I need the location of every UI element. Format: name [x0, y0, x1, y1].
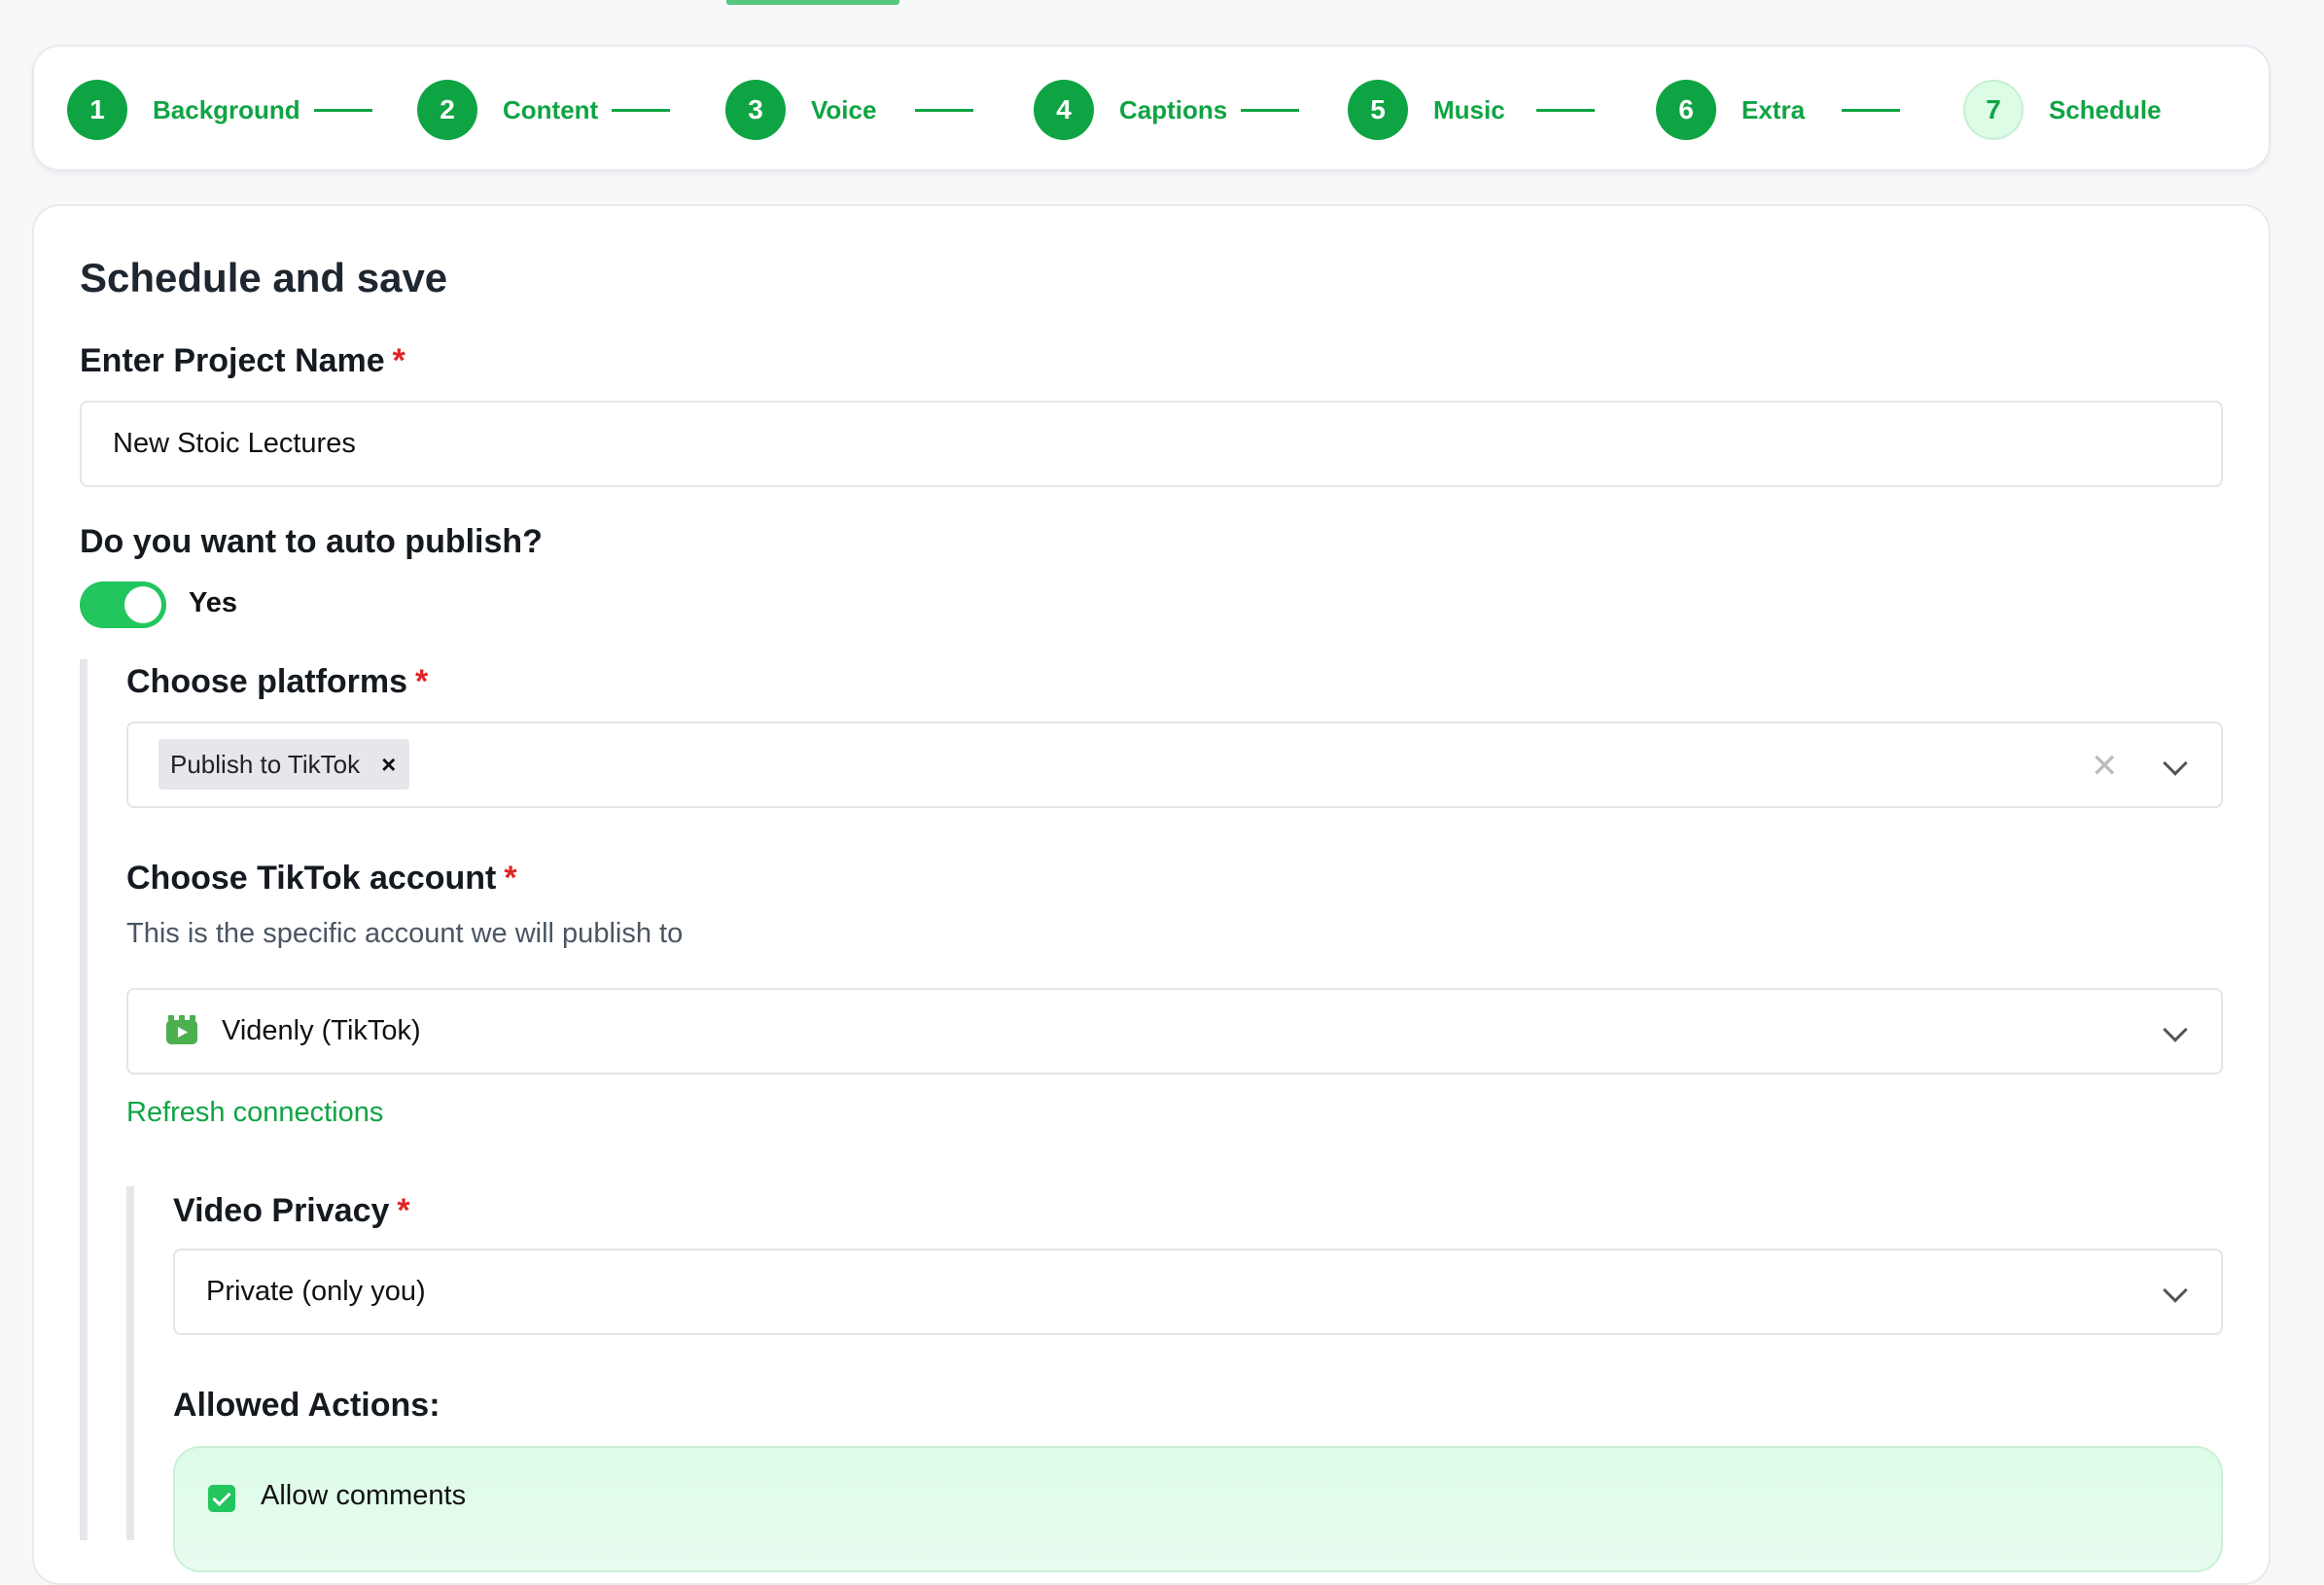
section-indent-bar	[80, 659, 88, 1540]
step-music[interactable]: 5 Music	[1348, 47, 1595, 173]
chip-remove-icon[interactable]: ×	[381, 750, 396, 780]
step-number: 5	[1348, 80, 1408, 140]
platforms-label: Choose platforms *	[126, 663, 428, 701]
account-value: Videnly (TikTok)	[222, 1015, 421, 1046]
step-label: Background	[153, 94, 300, 124]
tiktok-account-select[interactable]: Videnly (TikTok)	[126, 988, 2223, 1074]
required-marker: *	[504, 860, 517, 897]
required-marker: *	[415, 663, 429, 700]
platforms-select[interactable]	[126, 722, 2223, 808]
project-name-value: New Stoic Lectures	[113, 428, 356, 459]
auto-publish-label: Do you want to auto publish?	[80, 523, 543, 560]
allow-comments-label: Allow comments	[261, 1480, 467, 1511]
project-name-label: Enter Project Name *	[80, 342, 405, 380]
step-label: Voice	[811, 94, 877, 124]
step-background[interactable]: 1 Background	[67, 47, 372, 173]
required-marker: *	[397, 1192, 410, 1229]
wizard-stepper: 1 Background 2 Content 3 Voice 4 Caption…	[32, 45, 2271, 171]
required-marker: *	[392, 342, 405, 379]
step-number: 7	[1963, 80, 2024, 140]
step-connector	[1842, 108, 1901, 112]
step-label: Content	[503, 94, 599, 124]
step-label: Captions	[1119, 94, 1228, 124]
step-label: Music	[1433, 94, 1505, 124]
project-name-input[interactable]: New Stoic Lectures	[80, 401, 2223, 487]
tiktok-account-help: This is the specific account we will pub…	[126, 918, 684, 949]
video-privacy-label: Video Privacy *	[173, 1192, 410, 1230]
toggle-knob	[124, 586, 161, 623]
step-number: 6	[1656, 80, 1716, 140]
privacy-value: Private (only you)	[206, 1276, 426, 1307]
step-number: 3	[725, 80, 786, 140]
step-schedule[interactable]: 7 Schedule	[1963, 47, 2162, 173]
allow-comments-checkbox[interactable]	[208, 1485, 235, 1512]
platform-chip: Publish to TikTok ×	[158, 739, 410, 790]
video-privacy-select[interactable]: Private (only you)	[173, 1249, 2223, 1335]
step-captions[interactable]: 4 Captions	[1034, 47, 1300, 173]
allowed-actions-label: Allowed Actions:	[173, 1387, 440, 1424]
step-extra[interactable]: 6 Extra	[1656, 47, 1901, 173]
refresh-connections-link[interactable]: Refresh connections	[126, 1097, 383, 1129]
step-connector	[612, 108, 671, 112]
allow-comments-option[interactable]	[173, 1446, 2223, 1572]
page-title: Schedule and save	[80, 255, 448, 300]
step-content[interactable]: 2 Content	[417, 47, 671, 173]
auto-publish-toggle[interactable]	[80, 581, 166, 628]
video-clip-icon	[166, 1015, 197, 1044]
close-icon[interactable]: ✕	[2091, 747, 2119, 786]
step-label: Schedule	[2049, 94, 2162, 124]
label-text: Video Privacy	[173, 1192, 390, 1229]
step-voice[interactable]: 3 Voice	[725, 47, 974, 173]
step-connector	[1241, 108, 1300, 112]
top-tab-indicator	[726, 0, 899, 5]
toggle-label: Yes	[189, 587, 237, 618]
label-text: Enter Project Name	[80, 342, 385, 379]
step-connector	[915, 108, 974, 112]
step-number: 2	[417, 80, 477, 140]
step-number: 4	[1034, 80, 1094, 140]
tiktok-account-label: Choose TikTok account *	[126, 860, 517, 898]
step-connector	[1535, 108, 1595, 112]
chip-label: Publish to TikTok	[170, 749, 361, 779]
step-connector	[313, 108, 372, 112]
section-indent-bar	[126, 1186, 134, 1540]
step-label: Extra	[1742, 94, 1806, 124]
label-text: Choose platforms	[126, 663, 408, 700]
label-text: Choose TikTok account	[126, 860, 497, 897]
step-number: 1	[67, 80, 127, 140]
